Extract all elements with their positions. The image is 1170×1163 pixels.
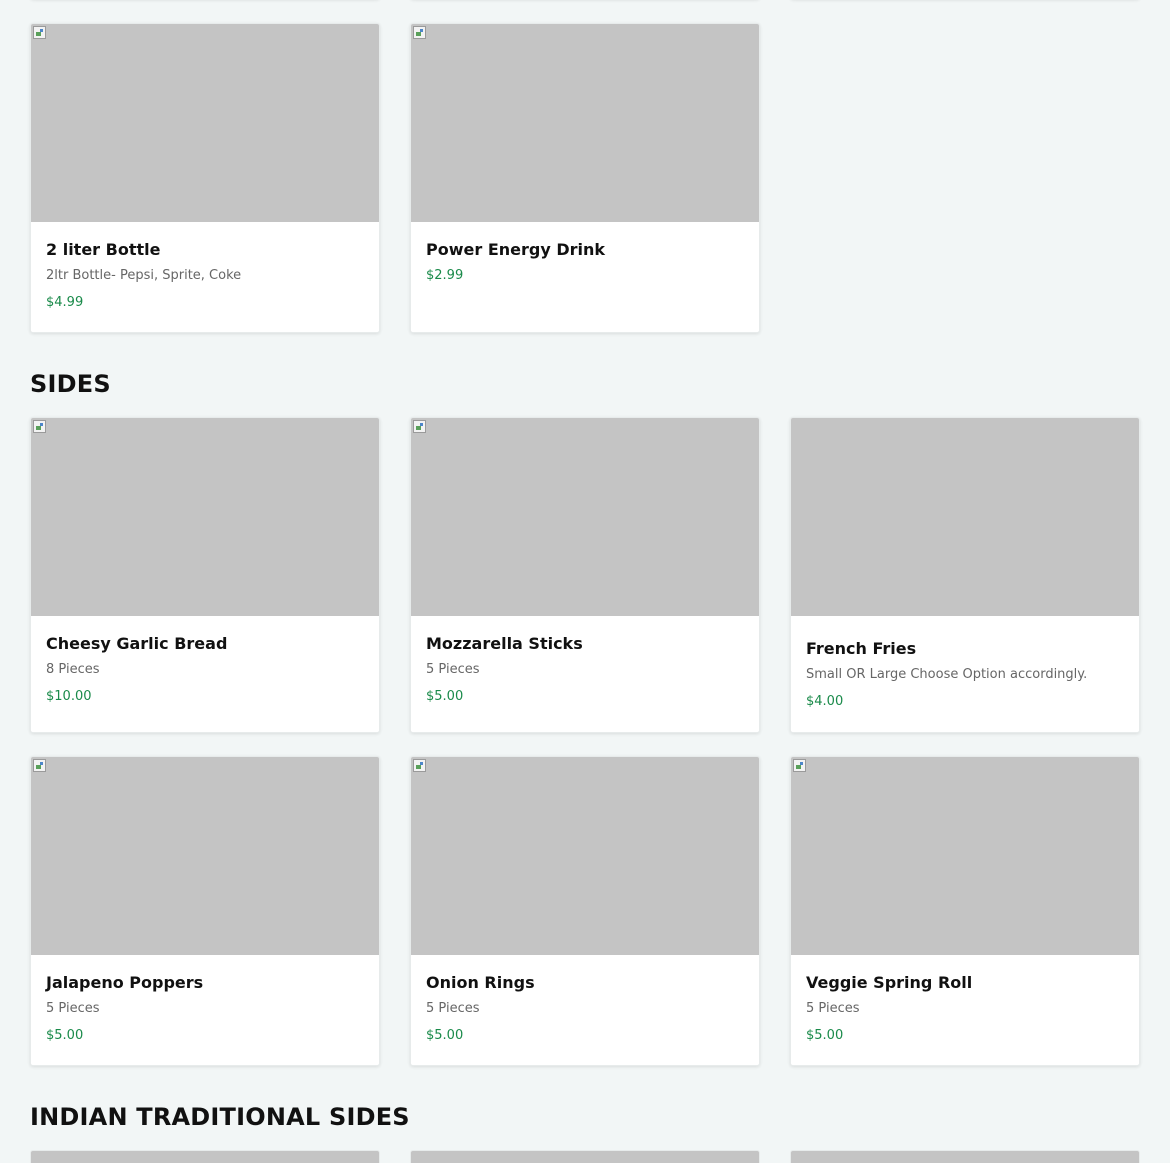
menu-item-title: 2 liter Bottle (46, 240, 161, 259)
menu-item-card[interactable] (790, 1150, 1140, 1163)
menu-item-card[interactable]: French Fries Small OR Large Choose Optio… (790, 417, 1140, 733)
menu-item-price: $5.00 (46, 1028, 84, 1043)
menu-item-image (791, 757, 1139, 955)
menu-item-image (411, 24, 759, 222)
menu-item-image (411, 757, 759, 955)
menu-item-price: $5.00 (426, 1028, 464, 1043)
broken-image-icon (413, 26, 426, 39)
menu-item-image (31, 418, 379, 616)
menu-item-title: Veggie Spring Roll (806, 973, 973, 992)
broken-image-icon (33, 759, 46, 772)
broken-image-icon (413, 420, 426, 433)
menu-item-card[interactable]: Veggie Spring Roll 5 Pieces $5.00 (790, 756, 1140, 1066)
broken-image-icon (33, 26, 46, 39)
menu-item-card[interactable] (30, 1150, 380, 1163)
menu-item-card[interactable]: Jalapeno Poppers 5 Pieces $5.00 (30, 756, 380, 1066)
menu-item-title: Onion Rings (426, 973, 535, 992)
broken-image-icon (413, 759, 426, 772)
menu-item-card[interactable]: Mozzarella Sticks 5 Pieces $5.00 (410, 417, 760, 733)
menu-item-description: 5 Pieces (806, 1001, 860, 1016)
broken-image-icon (793, 759, 806, 772)
menu-item-description: 5 Pieces (426, 1001, 480, 1016)
menu-item-title: Power Energy Drink (426, 240, 606, 259)
broken-image-icon (33, 420, 46, 433)
menu-item-price: $4.99 (46, 295, 84, 310)
menu-item-card[interactable] (410, 1150, 760, 1163)
menu-item-price: $5.00 (426, 689, 464, 704)
menu-item-price: $2.99 (426, 268, 464, 283)
menu-page: 2 liter Bottle 2ltr Bottle- Pepsi, Sprit… (0, 0, 1170, 1163)
menu-item-image (411, 418, 759, 616)
menu-item-price: $10.00 (46, 689, 92, 704)
menu-item-card[interactable]: 2 liter Bottle 2ltr Bottle- Pepsi, Sprit… (30, 23, 380, 333)
menu-item-description: Small OR Large Choose Option accordingly… (806, 667, 1088, 682)
menu-item-description: 2ltr Bottle- Pepsi, Sprite, Coke (46, 268, 242, 283)
menu-item-title: French Fries (806, 639, 917, 658)
menu-item-card[interactable]: Power Energy Drink $2.99 (410, 23, 760, 333)
menu-item-description: 8 Pieces (46, 662, 100, 677)
menu-item-title: Mozzarella Sticks (426, 634, 583, 653)
menu-item-image (791, 418, 1139, 616)
section-title-indian-traditional-sides: INDIAN TRADITIONAL SIDES (30, 1103, 410, 1131)
menu-item-card[interactable]: Onion Rings 5 Pieces $5.00 (410, 756, 760, 1066)
section-title-sides: SIDES (30, 370, 111, 398)
menu-item-price: $4.00 (806, 694, 844, 709)
menu-item-image (31, 24, 379, 222)
menu-item-title: Cheesy Garlic Bread (46, 634, 228, 653)
menu-item-price: $5.00 (806, 1028, 844, 1043)
menu-item-image (31, 757, 379, 955)
menu-item-description: 5 Pieces (46, 1001, 100, 1016)
menu-item-title: Jalapeno Poppers (46, 973, 204, 992)
menu-item-description: 5 Pieces (426, 662, 480, 677)
menu-item-card[interactable]: Cheesy Garlic Bread 8 Pieces $10.00 (30, 417, 380, 733)
